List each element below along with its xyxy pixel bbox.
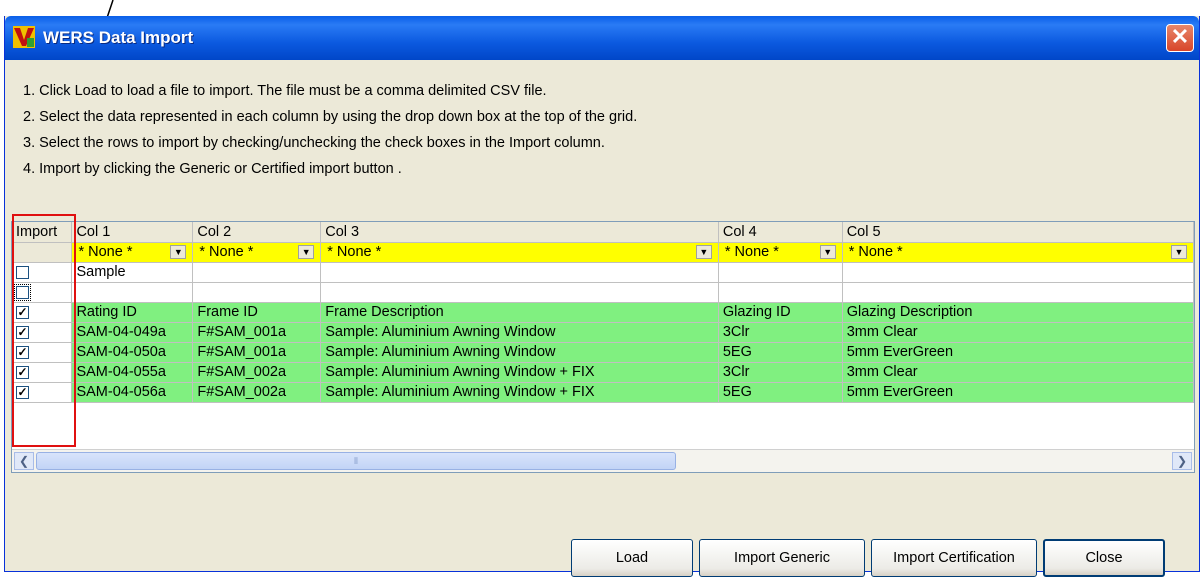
table-cell[interactable]: F#SAM_002a [192,382,322,403]
table-cell[interactable]: SAM-04-049a [71,322,194,343]
import-checkbox[interactable]: ✓ [16,364,29,379]
app-icon [13,26,35,48]
column-header[interactable]: Col 5 [842,222,1194,243]
import-checkbox[interactable]: ✓ [16,324,29,339]
table-row [12,282,1194,303]
wers-data-import-window: WERS Data Import ✕ 1. Click Load to load… [4,16,1200,577]
table-cell[interactable]: 3mm Clear [842,362,1194,383]
title-bar[interactable]: WERS Data Import ✕ [5,16,1199,60]
table-cell[interactable] [192,282,322,303]
instruction-line: 4. Import by clicking the Generic or Cer… [23,161,402,177]
chevron-down-icon: ▼ [819,245,836,259]
table-cell[interactable]: 5EG [718,342,843,363]
checkmark-icon: ✓ [17,304,28,319]
table-row: ✓ SAM-04-050a F#SAM_001a Sample: Alumini… [12,342,1194,363]
table-cell[interactable]: Sample: Aluminium Awning Window + FIX [320,362,719,383]
table-cell[interactable]: F#SAM_002a [192,362,322,383]
table-cell[interactable]: 3mm Clear [842,322,1194,343]
column-type-dropdown[interactable]: * None * ▼ [723,243,838,261]
table-cell[interactable]: SAM-04-056a [71,382,194,403]
table-cell[interactable]: F#SAM_001a [192,322,322,343]
checkmark-icon: ✓ [17,364,28,379]
scroll-right-button[interactable]: ❯ [1172,452,1192,470]
table-cell[interactable]: Frame Description [320,302,719,323]
import-checkbox[interactable] [14,283,31,301]
chevron-down-icon: ▼ [695,245,712,259]
data-grid-table: Import Col 1 Col 2 Col 3 Col 4 Col 5 * N… [12,222,1194,403]
table-cell[interactable]: SAM-04-055a [71,362,194,383]
table-cell[interactable]: Sample: Aluminium Awning Window + FIX [320,382,719,403]
grip-icon: ⦀ [354,456,358,466]
instruction-line: 2. Select the data represented in each c… [23,109,638,125]
column-type-dropdown[interactable]: * None * ▼ [325,243,714,261]
import-checkbox[interactable] [16,265,29,279]
chevron-down-icon: ▼ [1171,245,1187,259]
table-cell[interactable] [192,262,322,283]
import-column-header[interactable]: Import [12,222,73,243]
column-header[interactable]: Col 4 [718,222,843,243]
table-cell[interactable] [320,262,719,283]
scroll-left-button[interactable]: ❮ [14,452,34,470]
instruction-line: 3. Select the rows to import by checking… [23,135,605,151]
table-row: ✓ SAM-04-055a F#SAM_002a Sample: Alumini… [12,362,1194,383]
table-row: ✓ SAM-04-049a F#SAM_001a Sample: Alumini… [12,322,1194,343]
chevron-down-icon: ▼ [170,245,187,259]
import-certification-button[interactable]: Import Certification [871,539,1037,577]
close-button[interactable]: Close [1043,539,1165,577]
import-checkbox[interactable]: ✓ [16,344,29,359]
table-cell[interactable]: Glazing Description [842,302,1194,323]
table-cell[interactable] [718,262,843,283]
column-type-dropdown[interactable]: * None * ▼ [847,243,1189,261]
column-header[interactable]: Col 1 [71,222,194,243]
column-type-dropdown[interactable]: * None * ▼ [76,243,188,261]
table-cell[interactable] [842,262,1194,283]
column-header[interactable]: Col 2 [192,222,322,243]
instruction-line: 1. Click Load to load a file to import. … [23,83,547,99]
table-cell[interactable]: 3Clr [718,362,843,383]
column-selector-row: * None * ▼ * None * ▼ * None * ▼ * None * ▼ … [12,242,1194,263]
table-row: ✓ Rating ID Frame ID Frame Description G… [12,302,1194,323]
table-cell[interactable]: 5mm EverGreen [842,342,1194,363]
table-row: ✓ SAM-04-056a F#SAM_002a Sample: Alumini… [12,382,1194,403]
table-cell[interactable]: Rating ID [71,302,194,323]
table-cell[interactable] [842,282,1194,303]
load-button[interactable]: Load [571,539,693,577]
scroll-thumb[interactable]: ⦀ [36,452,676,470]
table-cell[interactable]: 3Clr [718,322,843,343]
table-cell[interactable]: Glazing ID [718,302,843,323]
chevron-left-icon: ❮ [18,454,30,468]
checkmark-icon: ✓ [17,344,28,359]
import-generic-button[interactable]: Import Generic [699,539,865,577]
table-cell[interactable]: SAM-04-050a [71,342,194,363]
table-cell[interactable]: Sample [71,262,194,283]
checkmark-icon: ✓ [17,384,28,399]
chevron-right-icon: ❯ [1176,454,1188,468]
horizontal-scrollbar[interactable]: ❮ ⦀ ❯ [12,449,1194,472]
table-cell[interactable]: 5mm EverGreen [842,382,1194,403]
table-row: Sample [12,262,1194,283]
instructions: 1. Click Load to load a file to import. … [23,78,637,182]
table-cell[interactable]: Sample: Aluminium Awning Window [320,342,719,363]
import-grid[interactable]: Import Col 1 Col 2 Col 3 Col 4 Col 5 * N… [11,221,1195,473]
import-checkbox[interactable]: ✓ [16,384,29,399]
close-icon: ✕ [1170,24,1190,49]
table-cell[interactable]: Frame ID [192,302,322,323]
table-cell[interactable] [71,282,194,303]
table-cell[interactable]: Sample: Aluminium Awning Window [320,322,719,343]
table-cell[interactable] [718,282,843,303]
chevron-down-icon: ▼ [298,245,315,259]
window-title: WERS Data Import [43,28,194,47]
table-cell[interactable] [320,282,719,303]
table-cell[interactable]: 5EG [718,382,843,403]
column-header[interactable]: Col 3 [320,222,719,243]
checkmark-icon: ✓ [17,324,28,339]
import-checkbox[interactable]: ✓ [16,304,29,319]
table-cell[interactable]: F#SAM_001a [192,342,322,363]
column-type-dropdown[interactable]: * None * ▼ [197,243,316,261]
close-window-button[interactable]: ✕ [1166,24,1194,52]
grid-header-row: Import Col 1 Col 2 Col 3 Col 4 Col 5 [12,222,1194,243]
